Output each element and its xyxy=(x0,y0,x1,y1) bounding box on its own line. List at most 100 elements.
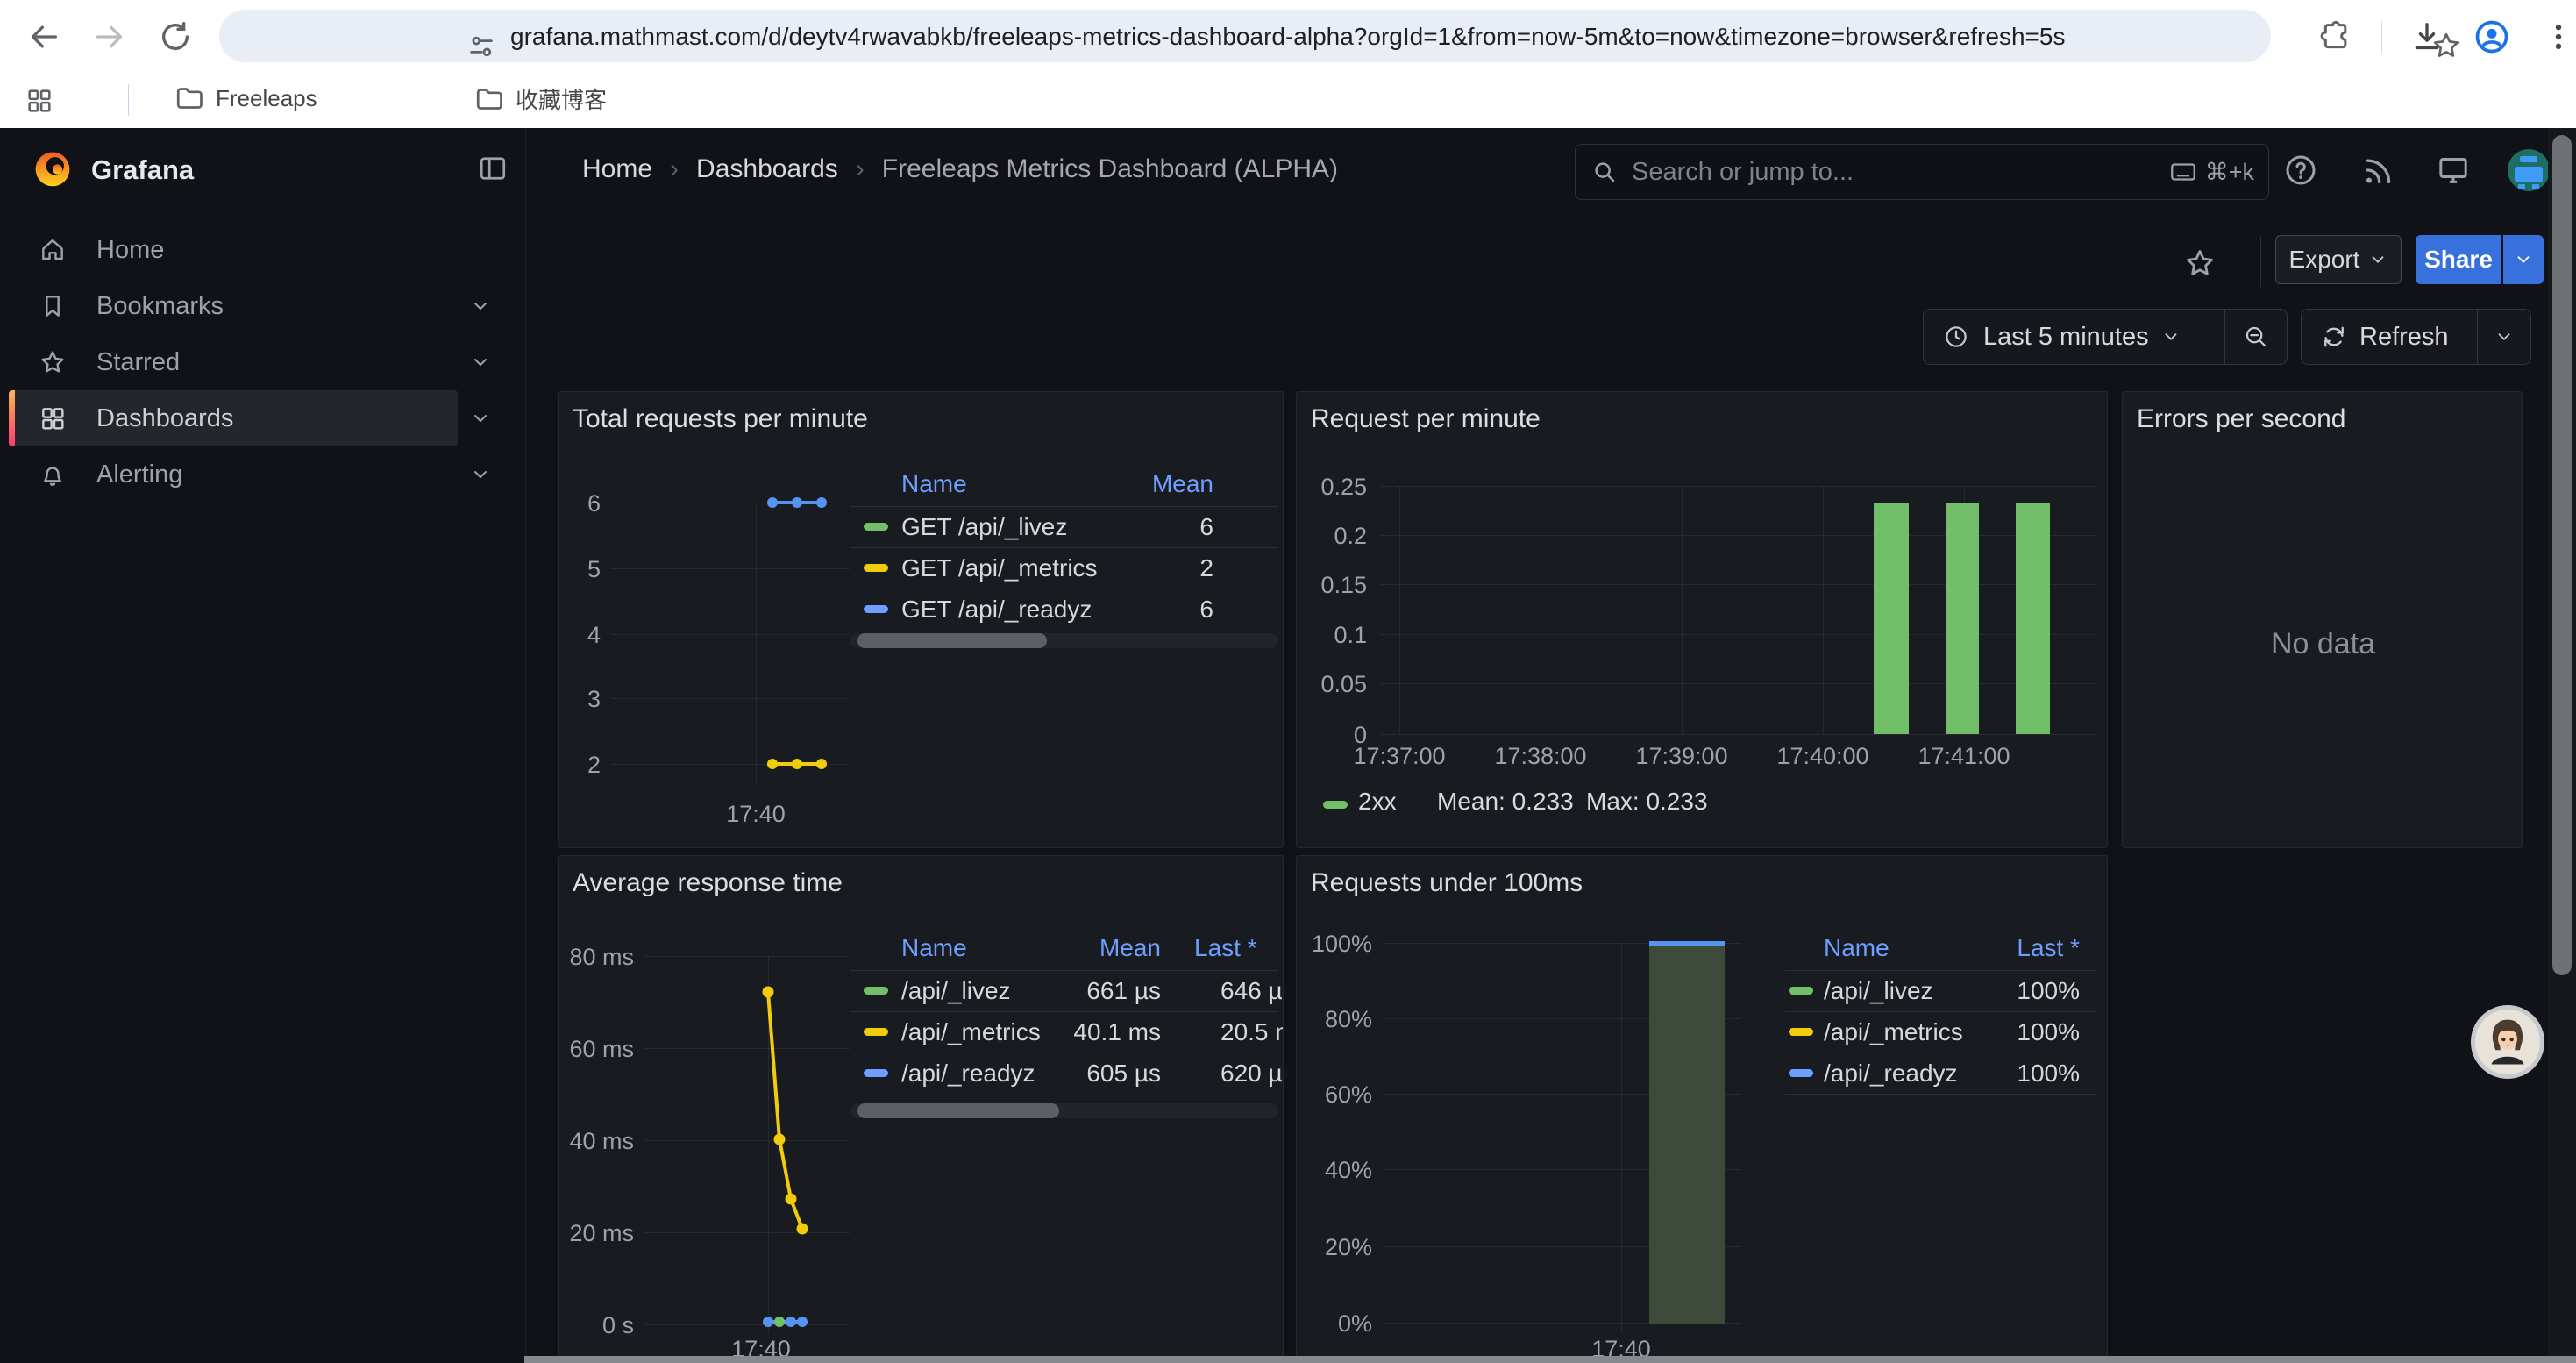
panel-average-response-time[interactable]: Average response time 80 ms 60 ms 40 ms … xyxy=(558,855,1284,1363)
downloads-icon[interactable] xyxy=(2409,19,2444,54)
bookmark-folder-blogs[interactable]: 收藏博客 xyxy=(473,82,607,115)
forward-icon[interactable] xyxy=(92,19,127,54)
export-label: Export xyxy=(2289,246,2360,274)
breadcrumb-separator: › xyxy=(652,154,696,184)
series-color-pill[interactable] xyxy=(1323,801,1348,809)
legend-series-name[interactable]: /api/_metrics xyxy=(1824,1011,1963,1053)
share-button[interactable]: Share xyxy=(2416,235,2501,284)
series-color-pill[interactable] xyxy=(864,523,888,531)
user-avatar[interactable] xyxy=(2508,149,2550,191)
screen: grafana.mathmast.com/d/deytv4rwavabkb/fr… xyxy=(0,0,2576,1363)
zoom-out-button[interactable] xyxy=(2225,324,2287,350)
legend-series-name[interactable]: /api/_livez xyxy=(901,970,1011,1011)
search-placeholder: Search or jump to... xyxy=(1632,158,1854,187)
breadcrumb-home[interactable]: Home xyxy=(582,154,652,184)
legend-header-mean[interactable]: Mean xyxy=(1038,935,1161,961)
panel-total-requests-per-minute[interactable]: Total requests per minute 6 5 4 3 2 17:4… xyxy=(558,391,1284,848)
legend-header-name[interactable]: Name xyxy=(901,471,967,497)
legend-series-name[interactable]: GET /api/_livez xyxy=(901,506,1067,547)
sidebar-item-home[interactable]: Home xyxy=(0,222,526,278)
series-color-pill[interactable] xyxy=(864,564,888,572)
news-rss-icon[interactable] xyxy=(2360,153,2395,188)
legend-series-mean: 2 xyxy=(1108,547,1213,589)
series-color-pill[interactable] xyxy=(1789,1028,1813,1036)
legend-header-mean[interactable]: Mean xyxy=(1108,471,1213,497)
browser-profile-icon[interactable] xyxy=(2473,18,2511,56)
legend-scrollbar[interactable] xyxy=(850,633,1278,648)
legend-header-last[interactable]: Last * xyxy=(1957,935,2080,961)
bar-2xx[interactable] xyxy=(1946,503,1979,734)
extensions-icon[interactable] xyxy=(2318,19,2353,54)
series-color-pill[interactable] xyxy=(864,1028,888,1036)
sidebar-item-alerting[interactable]: Alerting xyxy=(0,446,526,503)
legend-series-mean: 661 µs xyxy=(1038,970,1161,1011)
bookmarks-divider xyxy=(128,84,129,116)
collapse-sidebar-icon[interactable] xyxy=(477,153,509,184)
panel-request-per-minute[interactable]: Request per minute 0.25 0.2 0.15 0.1 0.0… xyxy=(1296,391,2108,848)
chevron-down-icon[interactable] xyxy=(470,296,491,317)
chevron-down-icon[interactable] xyxy=(470,464,491,485)
grafana-app: Grafana Home Bookmarks Starred D xyxy=(0,128,2576,1363)
sidebar-item-dashboards[interactable]: Dashboards xyxy=(0,390,526,446)
sidebar-item-bookmarks[interactable]: Bookmarks xyxy=(0,278,526,334)
chevron-down-icon[interactable] xyxy=(470,408,491,429)
bookmark-folder-freeleaps[interactable]: Freeleaps xyxy=(174,82,317,114)
series-color-pill[interactable] xyxy=(1789,987,1813,995)
legend-header-last[interactable]: Last * xyxy=(1194,935,1284,961)
legend-series-name[interactable]: 2xx xyxy=(1358,785,1397,818)
browser-menu-icon[interactable] xyxy=(2541,19,2576,54)
horizontal-scrollbar[interactable] xyxy=(524,1356,2576,1363)
favorite-star-icon[interactable] xyxy=(2183,246,2217,280)
panel-errors-per-second[interactable]: Errors per second No data xyxy=(2122,391,2523,848)
back-icon[interactable] xyxy=(26,19,61,54)
search-input[interactable]: Search or jump to... ⌘+k xyxy=(1575,144,2269,200)
avatar-girl-illustration xyxy=(2475,1010,2540,1074)
monitor-icon[interactable] xyxy=(2436,153,2471,188)
y-tick: 0% xyxy=(1297,1310,1372,1337)
keyboard-icon xyxy=(2168,157,2198,187)
share-menu-button[interactable] xyxy=(2503,235,2544,284)
legend-header-name[interactable]: Name xyxy=(1824,935,1889,961)
chevron-down-icon[interactable] xyxy=(470,352,491,373)
clock-icon xyxy=(1943,324,1969,350)
legend-series-name[interactable]: /api/_readyz xyxy=(901,1053,1035,1094)
bar-cap-line xyxy=(1649,941,1725,946)
legend-header-name[interactable]: Name xyxy=(901,935,967,961)
apps-grid-icon[interactable] xyxy=(25,86,54,116)
legend-series-name[interactable]: /api/_metrics xyxy=(901,1011,1041,1053)
series-color-pill[interactable] xyxy=(864,1069,888,1077)
url-text[interactable]: grafana.mathmast.com/d/deytv4rwavabkb/fr… xyxy=(510,23,2395,51)
legend-series-name[interactable]: /api/_livez xyxy=(1824,970,1933,1011)
legend-series-last: 100% xyxy=(1957,1053,2080,1094)
panel-title: Requests under 100ms xyxy=(1311,868,1583,898)
url-bar[interactable]: grafana.mathmast.com/d/deytv4rwavabkb/fr… xyxy=(219,10,2271,62)
time-range-picker[interactable]: Last 5 minutes xyxy=(1923,309,2288,365)
legend-scrollbar[interactable] xyxy=(850,1103,1278,1118)
refresh-interval-button[interactable] xyxy=(2478,327,2530,346)
refresh-picker[interactable]: Refresh xyxy=(2301,309,2531,365)
bar-2xx[interactable] xyxy=(1874,503,1909,734)
bar-under-100ms[interactable] xyxy=(1649,943,1725,1324)
series-color-pill[interactable] xyxy=(1789,1069,1813,1077)
help-icon[interactable] xyxy=(2283,153,2318,188)
bar-2xx[interactable] xyxy=(2016,503,2050,734)
export-button[interactable]: Export xyxy=(2275,235,2402,284)
legend-series-name[interactable]: GET /api/_metrics xyxy=(901,547,1098,589)
brand-title: Grafana xyxy=(91,154,194,186)
panel-requests-under-100ms[interactable]: Requests under 100ms 100% 80% 60% 40% 20… xyxy=(1296,855,2108,1363)
legend-series-name[interactable]: /api/_readyz xyxy=(1824,1053,1958,1094)
grafana-logo[interactable] xyxy=(32,147,74,194)
reload-icon[interactable] xyxy=(158,19,193,54)
page-scrollbar-thumb[interactable] xyxy=(2552,135,2572,975)
site-info-icon[interactable] xyxy=(466,32,496,61)
breadcrumb-dashboards[interactable]: Dashboards xyxy=(696,154,838,184)
series-color-pill[interactable] xyxy=(864,987,888,995)
series-color-pill[interactable] xyxy=(864,605,888,613)
sidebar-item-starred[interactable]: Starred xyxy=(0,334,526,390)
legend-series-mean: 6 xyxy=(1108,589,1213,630)
legend-series-name[interactable]: GET /api/_readyz xyxy=(901,589,1092,630)
dashboard-actions: Export Share xyxy=(526,211,2576,308)
assistant-avatar[interactable] xyxy=(2471,1005,2544,1079)
legend-table: Name Mean Last * /api/_livez 661 µs 646 … xyxy=(850,926,1284,1145)
sidebar-item-label: Dashboards xyxy=(96,404,233,433)
